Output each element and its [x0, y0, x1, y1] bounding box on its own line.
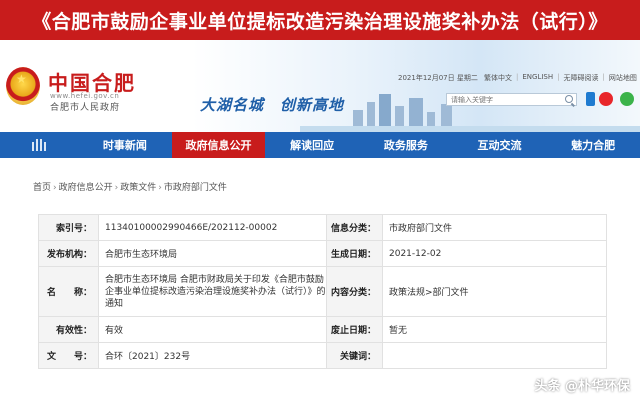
content-category-label: 内容分类：	[326, 266, 383, 317]
index-label: 索引号：	[38, 214, 99, 241]
expiry-label: 废止日期：	[326, 316, 383, 343]
main-nav: 时事新闻 政府信息公开 解读回应 政务服务 互动交流 魅力合肥	[0, 132, 640, 158]
nav-item-interpretation[interactable]: 解读回应	[265, 132, 359, 158]
site-header: ★ 中国合肥 www.hefei.gov.cn 合肥市人民政府 大湖名城 创新高…	[0, 40, 640, 132]
nav-item-news[interactable]: 时事新闻	[78, 132, 172, 158]
weibo-icon[interactable]	[599, 92, 613, 106]
name-label: 名 称：	[38, 266, 99, 317]
breadcrumb-dept-docs[interactable]: 市政府部门文件	[164, 183, 227, 193]
link-traditional-chinese[interactable]: 繁体中文	[484, 73, 512, 83]
docno-label: 文 号：	[38, 342, 99, 369]
breadcrumb-gov-info[interactable]: 政府信息公开	[59, 183, 113, 193]
search-box	[446, 93, 577, 106]
wechat-icon[interactable]	[620, 92, 634, 106]
mobile-phone-icon[interactable]	[586, 92, 595, 106]
link-accessibility[interactable]: 无障碍阅读	[563, 73, 598, 83]
home-pillars-icon	[31, 139, 47, 151]
content-category-value: 政策法规>部门文件	[382, 266, 607, 317]
watermark: 头条 @朴华环保	[534, 379, 630, 394]
category-label: 信息分类：	[326, 214, 383, 241]
site-subtitle: 合肥市人民政府	[50, 103, 121, 113]
publisher-value: 合肥市生态环境局	[98, 240, 327, 267]
breadcrumb-policy[interactable]: 政策文件	[120, 183, 156, 193]
nav-item-interaction[interactable]: 互动交流	[453, 132, 547, 158]
expiry-value: 暂无	[382, 316, 607, 343]
document-info-table: 索引号： 11340100002990466E/202112-00002 信息分…	[38, 214, 607, 369]
validity-value: 有效	[98, 316, 327, 343]
top-links: 繁体中文 | ENGLISH | 无障碍阅读 | 网站地图	[484, 73, 637, 83]
index-value: 11340100002990466E/202112-00002	[98, 214, 327, 241]
link-english[interactable]: ENGLISH	[522, 73, 553, 83]
search-icon[interactable]	[565, 95, 573, 103]
category-value: 市政府部门文件	[382, 214, 607, 241]
validity-label: 有效性：	[38, 316, 99, 343]
national-emblem-icon: ★	[6, 67, 40, 105]
nav-item-services[interactable]: 政务服务	[359, 132, 453, 158]
link-sitemap[interactable]: 网站地图	[609, 73, 637, 83]
page-banner-title: 《合肥市鼓励企事业单位提标改造污染治理设施奖补办法（试行）》	[0, 0, 640, 40]
name-value: 合肥市生态环境局 合肥市财政局关于印发《合肥市鼓励企事业单位提标改造污染治理设施…	[98, 266, 327, 317]
publisher-label: 发布机构：	[38, 240, 99, 267]
breadcrumb: 首页 › 政府信息公开 › 政策文件 › 市政府部门文件	[33, 183, 227, 193]
search-input[interactable]	[447, 94, 559, 105]
nav-home[interactable]	[0, 132, 78, 158]
nav-item-charm-hefei[interactable]: 魅力合肥	[546, 132, 640, 158]
date-label: 生成日期：	[326, 240, 383, 267]
date-value: 2021-12-02	[382, 240, 607, 267]
nav-item-gov-info[interactable]: 政府信息公开	[171, 132, 266, 158]
breadcrumb-home[interactable]: 首页	[33, 183, 51, 193]
site-url: www.hefei.gov.cn	[50, 92, 120, 100]
city-slogan: 大湖名城 创新高地	[200, 96, 345, 114]
keywords-value	[382, 342, 607, 369]
docno-value: 合环〔2021〕232号	[98, 342, 327, 369]
keywords-label: 关键词：	[326, 342, 383, 369]
current-date: 2021年12月07日 星期二	[398, 74, 478, 82]
